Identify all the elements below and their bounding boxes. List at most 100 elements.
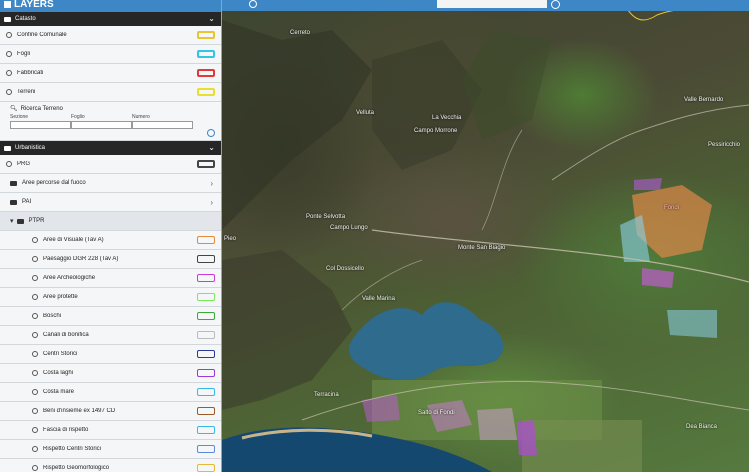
visibility-toggle-icon[interactable] bbox=[6, 70, 12, 76]
folder-icon bbox=[4, 145, 11, 151]
folder-label: PTPR bbox=[28, 218, 45, 224]
field-area bbox=[522, 420, 642, 472]
visibility-toggle-icon[interactable] bbox=[32, 237, 38, 243]
globe-icon[interactable] bbox=[551, 0, 560, 9]
visibility-toggle-icon[interactable] bbox=[6, 89, 12, 95]
place-label: Col Dossicello bbox=[326, 266, 365, 272]
visibility-toggle-icon[interactable] bbox=[32, 332, 38, 338]
layer-color-swatch bbox=[197, 88, 215, 96]
mountain-shade bbox=[372, 40, 482, 170]
layer-label: Aree Archeologiche bbox=[43, 275, 96, 281]
section-catasto[interactable]: Catasto ⌄ bbox=[0, 12, 221, 26]
folder-label: Aree percorse dal fuoco bbox=[22, 180, 86, 186]
layer-row[interactable]: Canali di bonifica bbox=[0, 326, 221, 345]
overlay-zone bbox=[667, 310, 717, 338]
layer-row[interactable]: Rispetto Geomorfologico bbox=[0, 459, 221, 472]
numero-label: Numero bbox=[132, 114, 150, 120]
layer-label: Terreni bbox=[17, 89, 36, 95]
road bbox=[481, 129, 523, 231]
layer-row[interactable]: Aree protette bbox=[0, 288, 221, 307]
layer-label: Fogli bbox=[17, 51, 31, 57]
layer-color-swatch bbox=[197, 312, 215, 320]
layer-row[interactable]: Confine Comunale bbox=[0, 26, 221, 45]
panel-title: LAYERS bbox=[14, 0, 54, 10]
layer-row-prg[interactable]: PRG bbox=[0, 155, 221, 174]
visibility-toggle-icon[interactable] bbox=[32, 294, 38, 300]
visibility-toggle-icon[interactable] bbox=[32, 256, 38, 262]
chevron-down-icon[interactable]: ⌄ bbox=[208, 144, 215, 152]
layer-color-swatch bbox=[197, 31, 215, 39]
layer-color-swatch bbox=[197, 369, 215, 377]
visibility-toggle-icon[interactable] bbox=[32, 408, 38, 414]
layer-color-swatch bbox=[197, 236, 215, 244]
visibility-toggle-icon[interactable] bbox=[6, 51, 12, 57]
foglio-label: Foglio bbox=[71, 114, 85, 120]
chevron-down-icon[interactable]: ⌄ bbox=[208, 15, 215, 23]
layer-color-swatch bbox=[197, 464, 215, 472]
layer-row[interactable]: Costa mare bbox=[0, 383, 221, 402]
visibility-toggle-icon[interactable] bbox=[32, 465, 38, 471]
place-label: Campo Lungo bbox=[330, 225, 368, 231]
folder-icon bbox=[10, 199, 17, 205]
layer-color-swatch bbox=[197, 388, 215, 396]
chevron-right-icon: › bbox=[210, 178, 213, 188]
overlay-zone bbox=[477, 408, 517, 440]
land-search: 🔍︎ Ricerca Terreno Sezione Foglio Numero bbox=[0, 102, 221, 141]
visibility-toggle-icon[interactable] bbox=[32, 446, 38, 452]
layer-row[interactable]: Fascia di rispetto bbox=[0, 421, 221, 440]
visibility-toggle-icon[interactable] bbox=[32, 275, 38, 281]
visibility-toggle-icon[interactable] bbox=[6, 32, 12, 38]
place-label: Cerreto bbox=[290, 30, 311, 36]
layer-color-swatch bbox=[197, 69, 215, 77]
layer-label: Costa laghi bbox=[43, 370, 74, 376]
place-label: Valle Marina bbox=[362, 296, 395, 302]
numero-input[interactable] bbox=[132, 121, 193, 129]
layer-color-swatch bbox=[197, 445, 215, 453]
layer-row[interactable]: Costa laghi bbox=[0, 364, 221, 383]
place-label: Terracina bbox=[314, 392, 339, 398]
layer-row[interactable]: Boschi bbox=[0, 307, 221, 326]
place-label: Monte San Biagio bbox=[458, 245, 506, 251]
folder-ptpr[interactable]: ▾ PTPR bbox=[0, 212, 221, 231]
layer-label: Beni d'insieme ex 1497 CD bbox=[43, 408, 116, 414]
chevron-right-icon: › bbox=[210, 197, 213, 207]
layer-color-swatch bbox=[197, 160, 215, 168]
visibility-toggle-icon[interactable] bbox=[32, 427, 38, 433]
layer-row[interactable]: Fabbricati bbox=[0, 64, 221, 83]
layer-row[interactable]: Aree Archeologiche bbox=[0, 269, 221, 288]
layer-label: Aree di Visuale (Tav A) bbox=[43, 237, 104, 243]
section-urbanistica[interactable]: Urbanistica ⌄ bbox=[0, 141, 221, 155]
layer-row[interactable]: Centri Storici bbox=[0, 345, 221, 364]
layer-color-swatch bbox=[197, 407, 215, 415]
layer-row[interactable]: Paesaggio DGR 228 (Tav A) bbox=[0, 250, 221, 269]
layer-row[interactable]: Rispetto Centri Storici bbox=[0, 440, 221, 459]
layer-row[interactable]: Terreni bbox=[0, 83, 221, 102]
lake-fondi bbox=[348, 302, 504, 380]
satellite-map[interactable]: Cerreto Valle Bernardo Pessiricchio Vell… bbox=[222, 0, 749, 472]
foglio-input[interactable] bbox=[71, 121, 132, 129]
visibility-toggle-icon[interactable] bbox=[32, 389, 38, 395]
visibility-toggle-icon[interactable] bbox=[6, 161, 12, 167]
folder-icon bbox=[4, 16, 11, 22]
layer-label: Centri Storici bbox=[43, 351, 78, 357]
search-submit-icon[interactable] bbox=[207, 129, 215, 137]
folder-aree-percorse[interactable]: Aree percorse dal fuoco › bbox=[0, 174, 221, 193]
visibility-toggle-icon[interactable] bbox=[32, 313, 38, 319]
place-label: Pessiricchio bbox=[708, 142, 741, 148]
layer-row[interactable]: Fogli bbox=[0, 45, 221, 64]
place-label: Salto di Fondi bbox=[418, 410, 455, 416]
visibility-toggle-icon[interactable] bbox=[32, 370, 38, 376]
sezione-input[interactable] bbox=[10, 121, 71, 129]
layer-label: Paesaggio DGR 228 (Tav A) bbox=[43, 256, 119, 262]
folder-pai[interactable]: PAI › bbox=[0, 193, 221, 212]
place-label: Dea Bianca bbox=[686, 424, 718, 430]
section-label: Catasto bbox=[15, 16, 36, 22]
visibility-toggle-icon[interactable] bbox=[32, 351, 38, 357]
layers-panel: LAYERS Catasto ⌄ Confine Comunale Fogli Fa… bbox=[0, 0, 222, 472]
layer-color-swatch bbox=[197, 274, 215, 282]
home-icon[interactable] bbox=[249, 0, 257, 8]
layer-label: PRG bbox=[17, 161, 31, 167]
layer-row[interactable]: Beni d'insieme ex 1497 CD bbox=[0, 402, 221, 421]
layer-row[interactable]: Aree di Visuale (Tav A) bbox=[0, 231, 221, 250]
map-search-input[interactable] bbox=[437, 0, 547, 8]
